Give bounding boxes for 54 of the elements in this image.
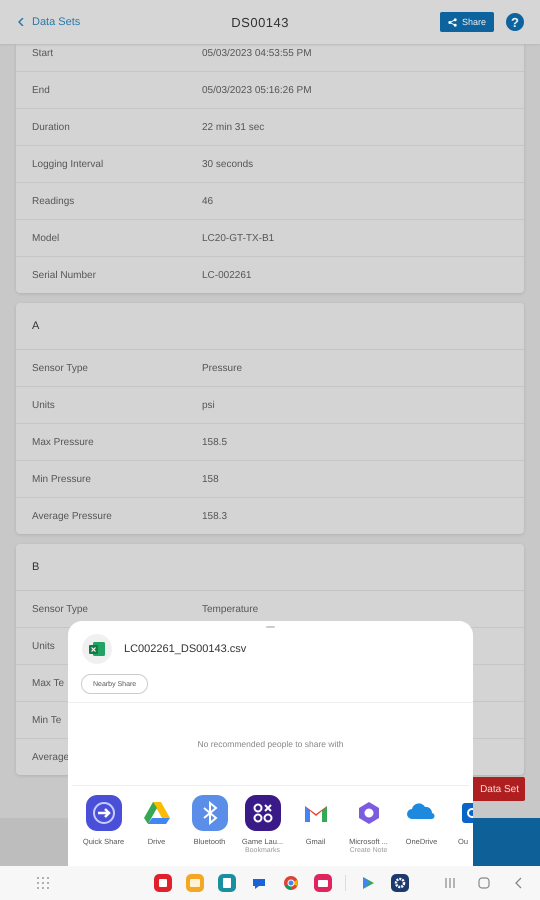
field-value: 05/03/2023 04:53:55 PM: [202, 48, 312, 58]
empty-message: No recommended people to share with: [198, 739, 344, 749]
page-title: DS00143: [230, 14, 290, 30]
field-label: Units: [32, 400, 55, 410]
card-title: B: [32, 561, 40, 573]
drag-handle[interactable]: [266, 626, 275, 628]
field-value: Pressure: [202, 362, 242, 374]
card-title: A: [32, 320, 40, 332]
share-icon: [448, 18, 457, 26]
field-value: 30 seconds: [202, 158, 254, 170]
bluetooth-icon: [192, 795, 228, 831]
recents-icon[interactable]: [444, 877, 456, 889]
field-label: Duration: [32, 122, 70, 132]
field-value: LC-002261: [202, 270, 252, 280]
field-value: LC20-GT-TX-B1: [202, 232, 274, 244]
calendar-icon[interactable]: [218, 874, 236, 892]
field-label: Serial Number: [32, 270, 96, 280]
field-label: Average: [32, 752, 70, 762]
field-label: Average Pressure: [32, 510, 112, 522]
camera-icon[interactable]: [314, 874, 332, 892]
note-icon[interactable]: [154, 874, 172, 892]
field-value: 158.5: [202, 436, 228, 448]
folder-icon[interactable]: [186, 874, 204, 892]
field-label: Sensor Type: [32, 604, 88, 614]
file-name: LC002261_DS00143.csv: [124, 643, 246, 655]
field-value: Temperature: [202, 604, 258, 614]
back-icon[interactable]: [514, 877, 522, 889]
field-value: psi: [202, 400, 215, 410]
field-value: 22 min 31 sec: [202, 122, 264, 132]
field-label: Max Te: [32, 678, 64, 688]
bottom-panel: [470, 818, 540, 866]
field-label: Logging Interval: [32, 158, 104, 170]
field-label: End: [32, 84, 50, 96]
field-label: Min Pressure: [32, 474, 91, 484]
field-value: 05/03/2023 05:16:26 PM: [202, 84, 312, 96]
field-value: 158: [202, 474, 219, 484]
settings-icon[interactable]: [391, 874, 409, 892]
chevron-left-icon: [18, 18, 24, 26]
field-label: Max Pressure: [32, 436, 94, 448]
grid-icon: [244, 795, 280, 831]
browser-icon[interactable]: [282, 874, 300, 892]
field-label: Min Te: [32, 714, 62, 726]
help-button[interactable]: ?: [506, 13, 524, 31]
field-value: 158.3: [202, 510, 228, 522]
home-icon[interactable]: [478, 877, 490, 889]
field-label: Units: [32, 640, 55, 652]
apps-grid-icon[interactable]: [37, 877, 49, 889]
share-button[interactable]: Share: [440, 12, 494, 32]
field-label: Start: [32, 48, 54, 58]
field-label: Sensor Type: [32, 362, 88, 374]
field-value: 46: [202, 196, 214, 206]
spreadsheet-icon: [82, 634, 112, 664]
field-label: Model: [32, 232, 60, 244]
field-label: Readings: [32, 196, 74, 206]
